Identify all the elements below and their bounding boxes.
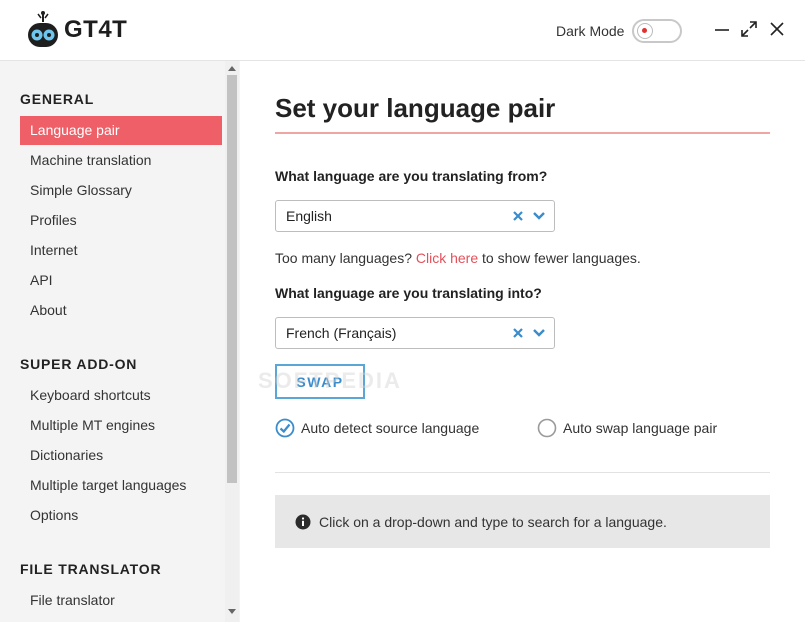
sidebar-item-dictionaries[interactable]: Dictionaries xyxy=(20,441,222,470)
dark-mode-label: Dark Mode xyxy=(556,23,625,39)
sidebar-item-api[interactable]: API xyxy=(20,266,222,295)
auto-detect-label: Auto detect source language xyxy=(301,420,480,436)
target-language-select[interactable]: French (Français) xyxy=(275,317,555,349)
sidebar-item-machine-translation[interactable]: Machine translation xyxy=(20,146,222,175)
app-name: GT4T xyxy=(64,16,128,43)
clear-x-icon[interactable] xyxy=(512,209,524,223)
sidebar-scrollbar[interactable] xyxy=(225,61,239,622)
chevron-down-icon[interactable] xyxy=(532,210,546,222)
scrollbar-thumb[interactable] xyxy=(227,75,237,483)
auto-swap-label: Auto swap language pair xyxy=(563,420,718,436)
sidebar-item-multiple-mt-engines[interactable]: Multiple MT engines xyxy=(20,411,222,440)
sidebar-item-internet[interactable]: Internet xyxy=(20,236,222,265)
info-box: Click on a drop-down and type to search … xyxy=(275,495,770,548)
sidebar-item-language-pair[interactable]: Language pair xyxy=(20,116,222,145)
page-title: Set your language pair xyxy=(275,93,556,123)
source-language-select[interactable]: English xyxy=(275,200,555,232)
target-language-value: French (Français) xyxy=(286,325,397,341)
softpedia-watermark: SOFTPEDIA xyxy=(258,368,402,393)
main-panel: Set your language pair What language are… xyxy=(240,61,805,622)
fewer-languages-hint: Too many languages? Click here to show f… xyxy=(275,250,641,266)
sidebar-section-general: GENERAL xyxy=(20,91,95,107)
auto-detect-checkbox[interactable]: Auto detect source language xyxy=(275,418,479,438)
fewer-languages-link[interactable]: Click here xyxy=(416,250,478,266)
source-language-value: English xyxy=(286,208,332,224)
maximize-icon[interactable] xyxy=(740,20,758,38)
toggle-knob xyxy=(637,23,654,39)
sidebar-section-super-add-on: SUPER ADD-ON xyxy=(20,356,138,372)
chevron-down-icon[interactable] xyxy=(532,327,546,339)
empty-circle-icon xyxy=(537,418,557,438)
sidebar-item-options[interactable]: Options xyxy=(20,501,222,530)
title-bar: GT4T Dark Mode xyxy=(0,0,805,61)
sidebar-item-profiles[interactable]: Profiles xyxy=(20,206,222,235)
target-language-question: What language are you translating into? xyxy=(275,285,542,301)
sidebar-item-about[interactable]: About xyxy=(20,296,222,325)
scroll-up-arrow-icon[interactable] xyxy=(228,66,236,71)
section-divider xyxy=(275,472,770,473)
scroll-down-arrow-icon[interactable] xyxy=(228,609,236,614)
close-icon[interactable] xyxy=(768,20,786,38)
clear-x-icon[interactable] xyxy=(512,326,524,340)
sidebar-item-keyboard-shortcuts[interactable]: Keyboard shortcuts xyxy=(20,381,222,410)
source-language-question: What language are you translating from? xyxy=(275,168,548,184)
hint-suffix: to show fewer languages. xyxy=(478,250,641,266)
minimize-icon[interactable] xyxy=(713,20,731,38)
sidebar-item-file-translator[interactable]: File translator xyxy=(20,586,222,615)
info-text: Click on a drop-down and type to search … xyxy=(319,513,667,530)
sidebar-item-simple-glossary[interactable]: Simple Glossary xyxy=(20,176,222,205)
settings-sidebar: GENERAL Language pair Machine translatio… xyxy=(0,61,240,622)
sidebar-section-file-translator: FILE TRANSLATOR xyxy=(20,561,162,577)
robot-icon xyxy=(28,11,58,47)
check-circle-icon xyxy=(275,418,295,438)
title-underline xyxy=(275,132,770,134)
dark-mode-control: Dark Mode xyxy=(556,19,683,43)
auto-swap-checkbox[interactable]: Auto swap language pair xyxy=(537,418,717,438)
sidebar-item-multiple-target-languages[interactable]: Multiple target languages xyxy=(20,471,222,500)
hint-prefix: Too many languages? xyxy=(275,250,416,266)
dark-mode-toggle[interactable] xyxy=(632,19,683,43)
app-logo: GT4T xyxy=(26,10,127,50)
info-icon xyxy=(295,514,311,529)
